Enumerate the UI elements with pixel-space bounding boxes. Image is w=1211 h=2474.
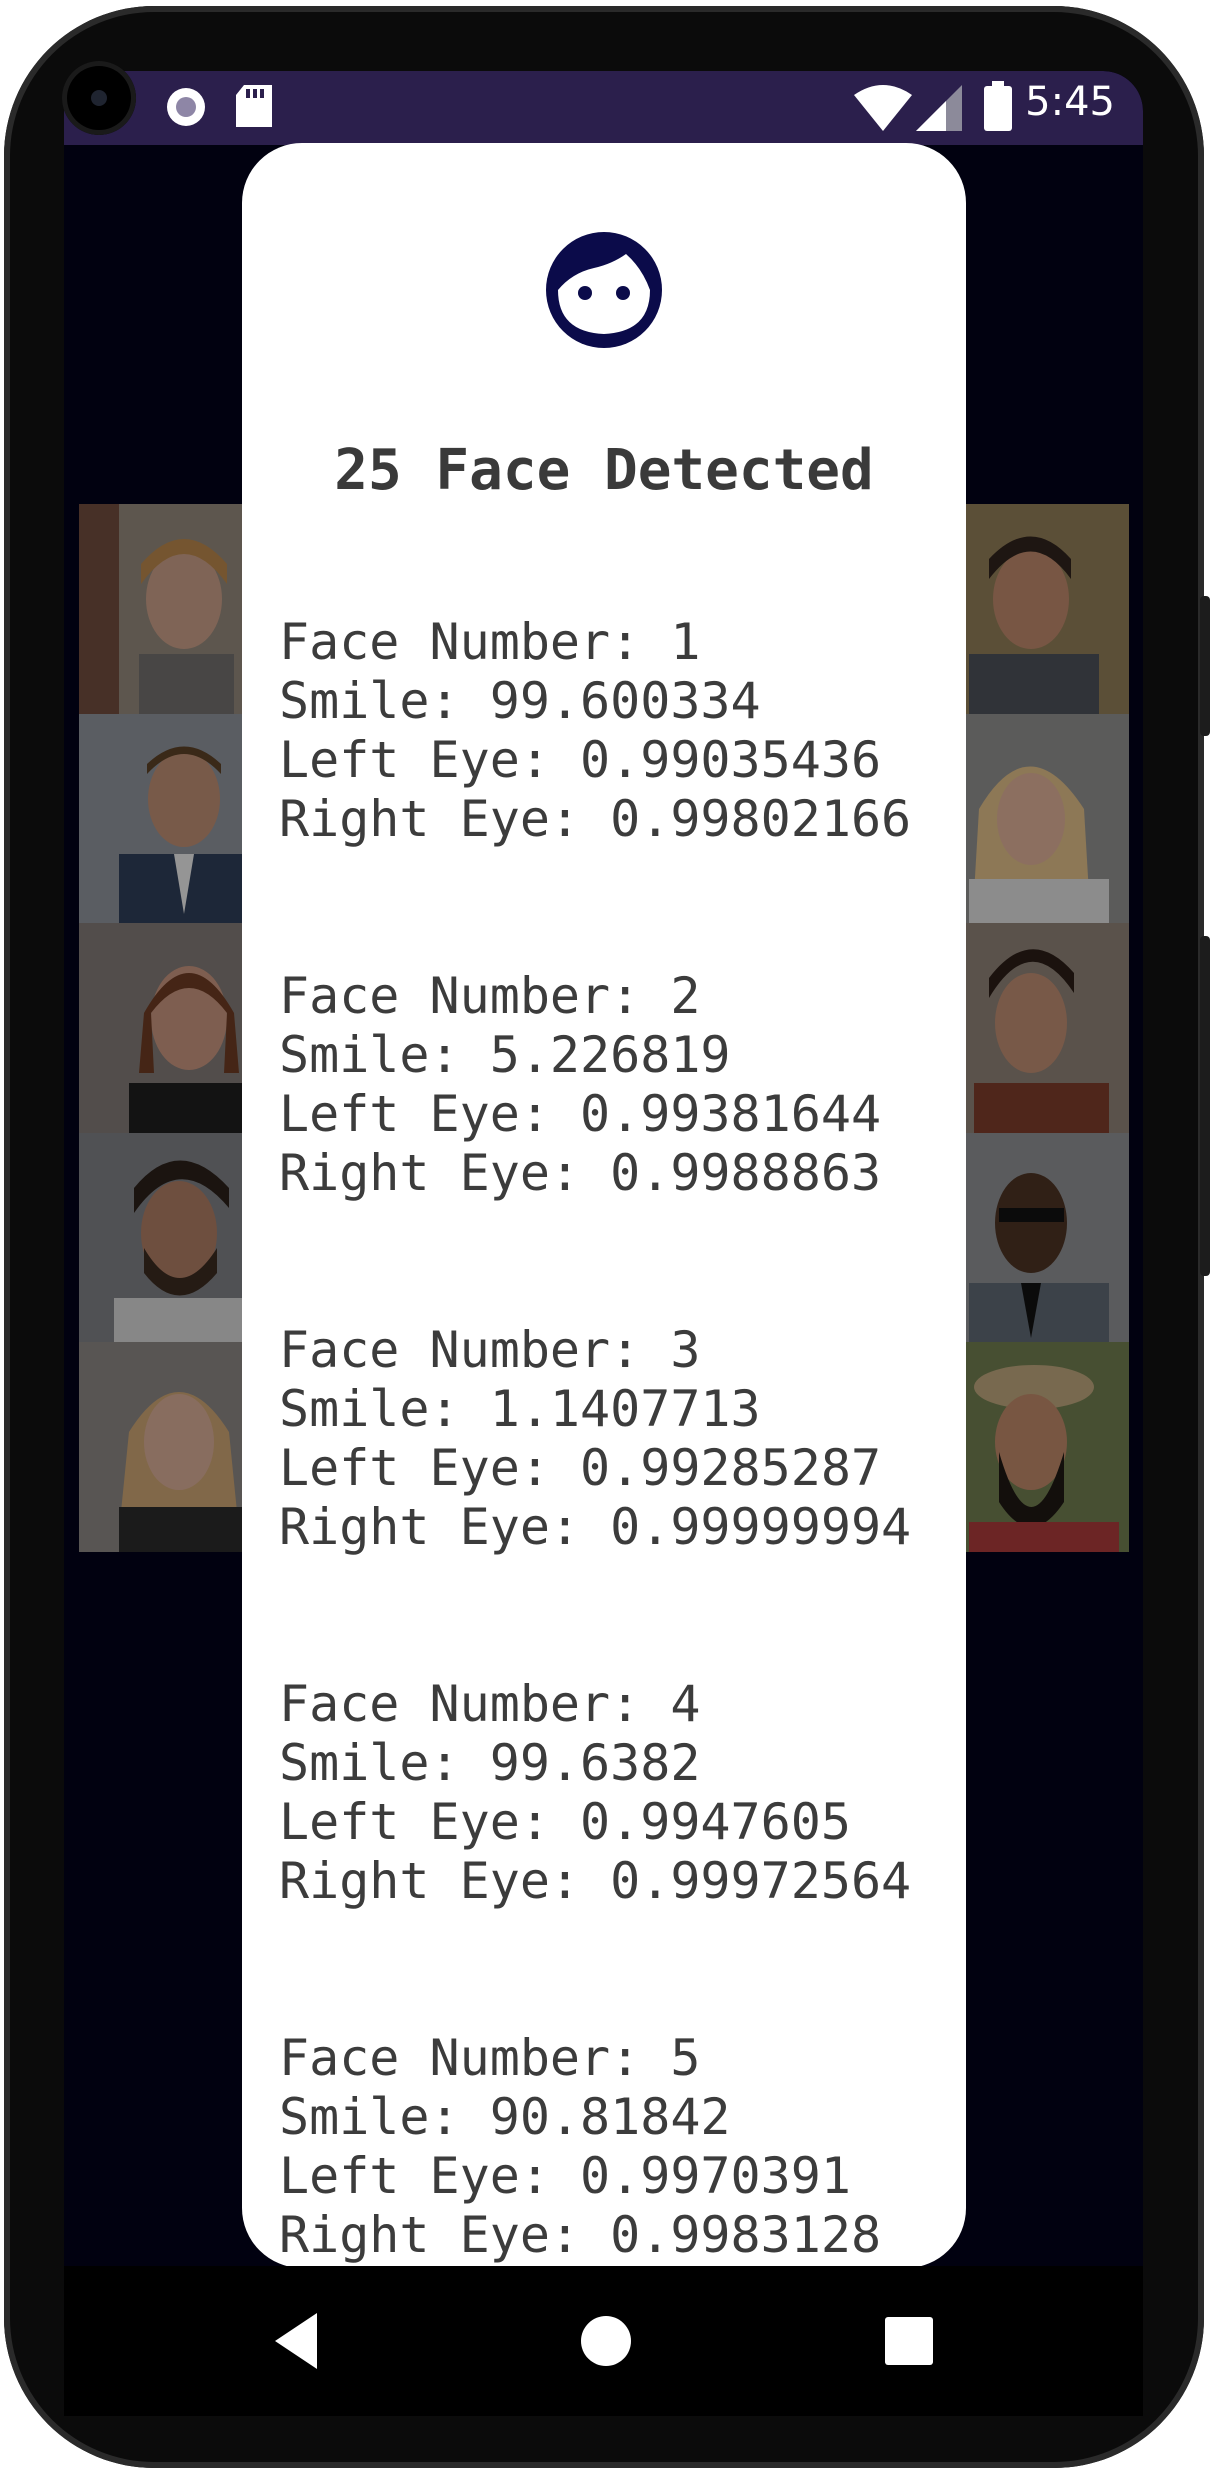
face-number: Face Number: 2 bbox=[279, 967, 701, 1025]
face-detection-dialog: 25 Face Detected Face Number: 1 Smile: 9… bbox=[242, 143, 966, 2266]
right-eye-value: Right Eye: 0.9983128 bbox=[279, 2206, 882, 2264]
phone-frame: 5:45 25 Face Detected Face Number: 1 Smi… bbox=[4, 6, 1210, 2468]
wifi-icon bbox=[854, 85, 912, 131]
screen: 5:45 25 Face Detected Face Number: 1 Smi… bbox=[64, 71, 1143, 2266]
right-eye-value: Right Eye: 0.99999994 bbox=[279, 1498, 912, 1556]
smile-value: Smile: 99.6382 bbox=[279, 1734, 701, 1792]
home-icon[interactable] bbox=[576, 2311, 636, 2371]
dialog-title: 25 Face Detected bbox=[334, 438, 874, 503]
right-eye-value: Right Eye: 0.9988863 bbox=[279, 1144, 882, 1202]
face-result-item: Face Number: 5 Smile: 90.81842 Left Eye:… bbox=[279, 2029, 959, 2265]
battery-icon bbox=[984, 81, 1012, 131]
right-eye-value: Right Eye: 0.99802166 bbox=[279, 790, 912, 848]
left-eye-value: Left Eye: 0.99035436 bbox=[279, 731, 882, 789]
power-button bbox=[1200, 596, 1210, 736]
back-icon[interactable] bbox=[269, 2311, 329, 2371]
left-eye-value: Left Eye: 0.99285287 bbox=[279, 1439, 882, 1497]
front-camera bbox=[62, 61, 136, 135]
face-results-list[interactable]: Face Number: 1 Smile: 99.600334 Left Eye… bbox=[279, 613, 959, 2266]
face-number: Face Number: 5 bbox=[279, 2029, 701, 2087]
smile-value: Smile: 99.600334 bbox=[279, 672, 761, 730]
left-eye-value: Left Eye: 0.99381644 bbox=[279, 1085, 882, 1143]
left-eye-value: Left Eye: 0.9970391 bbox=[279, 2147, 851, 2205]
face-result-item: Face Number: 3 Smile: 1.1407713 Left Eye… bbox=[279, 1321, 959, 1557]
circle-record-icon bbox=[167, 88, 205, 126]
sd-card-icon bbox=[236, 85, 272, 127]
status-time: 5:45 bbox=[1025, 79, 1115, 125]
face-result-item: Face Number: 2 Smile: 5.226819 Left Eye:… bbox=[279, 967, 959, 1203]
recents-icon[interactable] bbox=[879, 2311, 939, 2371]
smile-value: Smile: 1.1407713 bbox=[279, 1380, 761, 1438]
left-eye-value: Left Eye: 0.9947605 bbox=[279, 1793, 851, 1851]
face-number: Face Number: 3 bbox=[279, 1321, 701, 1379]
face-icon bbox=[546, 232, 662, 348]
signal-icon bbox=[916, 85, 962, 131]
face-number: Face Number: 4 bbox=[279, 1675, 701, 1733]
face-result-item: Face Number: 4 Smile: 99.6382 Left Eye: … bbox=[279, 1675, 959, 1911]
right-eye-value: Right Eye: 0.99972564 bbox=[279, 1852, 912, 1910]
status-bar: 5:45 bbox=[64, 71, 1143, 145]
smile-value: Smile: 90.81842 bbox=[279, 2088, 731, 2146]
volume-button bbox=[1200, 936, 1210, 1276]
navigation-bar bbox=[64, 2266, 1143, 2416]
face-result-item: Face Number: 1 Smile: 99.600334 Left Eye… bbox=[279, 613, 959, 849]
smile-value: Smile: 5.226819 bbox=[279, 1026, 731, 1084]
face-number: Face Number: 1 bbox=[279, 613, 701, 671]
